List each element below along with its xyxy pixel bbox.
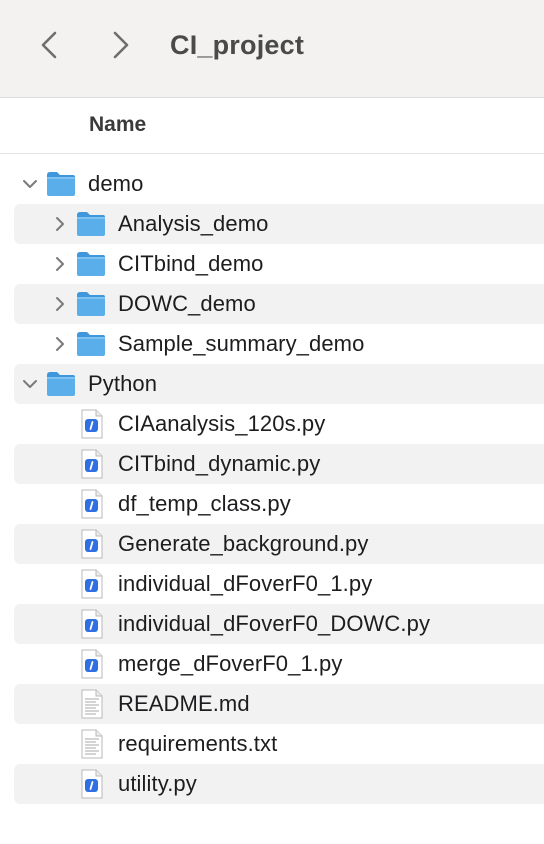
item-name: Python [88,371,158,396]
item-name: Sample_summary_demo [118,331,365,356]
item-icon [78,408,106,440]
back-button[interactable] [34,28,64,62]
file-row[interactable]: Generate_background.py [0,524,544,564]
disclosure-triangle[interactable] [50,214,70,234]
item-icon [78,728,106,760]
chevron-right-icon [56,257,64,271]
text-file-icon [81,689,103,719]
item-name: Analysis_demo [118,211,269,236]
item-icon [78,488,106,520]
file-list: demo Analysis_demo CITbind_demo DOWC_demo Sa… [0,164,544,804]
item-name: CITbind_demo [118,251,264,276]
python-file-icon [81,489,103,519]
file-row[interactable]: CITbind_dynamic.py [0,444,544,484]
disclosure-triangle[interactable] [50,254,70,274]
item-name: CITbind_dynamic.py [118,451,321,476]
finder-toolbar: CI_project [0,0,544,98]
item-name: CIAanalysis_120s.py [118,411,326,436]
item-icon [75,329,107,359]
python-file-icon [81,649,103,679]
item-name: individual_dFoverF0_1.py [118,571,373,596]
folder-row[interactable]: DOWC_demo [0,284,544,324]
file-row[interactable]: merge_dFoverF0_1.py [0,644,544,684]
text-file-icon [81,729,103,759]
file-row[interactable]: individual_dFoverF0_1.py [0,564,544,604]
python-file-icon [81,529,103,559]
chevron-down-icon [23,180,37,188]
item-icon [45,169,77,199]
item-icon [78,768,106,800]
item-name: README.md [118,691,250,716]
folder-icon [77,292,105,316]
item-icon [78,448,106,480]
chevron-right-icon [113,31,129,59]
folder-row[interactable]: CITbind_demo [0,244,544,284]
item-icon [78,568,106,600]
item-name: individual_dFoverF0_DOWC.py [118,611,431,636]
disclosure-triangle[interactable] [50,334,70,354]
file-row[interactable]: utility.py [0,764,544,804]
item-name: DOWC_demo [118,291,256,316]
chevron-down-icon [23,380,37,388]
item-icon [78,608,106,640]
item-icon [75,289,107,319]
item-name: df_temp_class.py [118,491,291,516]
folder-row[interactable]: Python [0,364,544,404]
folder-icon [47,372,75,396]
item-name: merge_dFoverF0_1.py [118,651,343,676]
folder-row[interactable]: Analysis_demo [0,204,544,244]
item-icon [78,648,106,680]
chevron-right-icon [56,297,64,311]
item-icon [45,369,77,399]
folder-icon [77,212,105,236]
item-icon [78,688,106,720]
file-row[interactable]: requirements.txt [0,724,544,764]
folder-icon [77,332,105,356]
folder-row[interactable]: Sample_summary_demo [0,324,544,364]
python-file-icon [81,409,103,439]
disclosure-triangle[interactable] [20,174,40,194]
python-file-icon [81,569,103,599]
name-column-header[interactable]: Name [89,113,146,137]
item-name: utility.py [118,771,197,796]
forward-button[interactable] [106,28,136,62]
python-file-icon [81,609,103,639]
folder-row[interactable]: demo [0,164,544,204]
file-row[interactable]: CIAanalysis_120s.py [0,404,544,444]
file-row[interactable]: df_temp_class.py [0,484,544,524]
chevron-right-icon [56,217,64,231]
file-row[interactable]: individual_dFoverF0_DOWC.py [0,604,544,644]
column-header: Name [0,99,544,154]
chevron-left-icon [41,31,57,59]
item-icon [75,249,107,279]
disclosure-triangle[interactable] [20,374,40,394]
file-row[interactable]: README.md [0,684,544,724]
window-title: CI_project [170,30,305,60]
item-icon [78,528,106,560]
item-name: demo [88,171,144,196]
folder-icon [47,172,75,196]
disclosure-triangle[interactable] [50,294,70,314]
item-name: Generate_background.py [118,531,369,556]
python-file-icon [81,449,103,479]
chevron-right-icon [56,337,64,351]
python-file-icon [81,769,103,799]
folder-icon [77,252,105,276]
item-name: requirements.txt [118,731,278,756]
item-icon [75,209,107,239]
